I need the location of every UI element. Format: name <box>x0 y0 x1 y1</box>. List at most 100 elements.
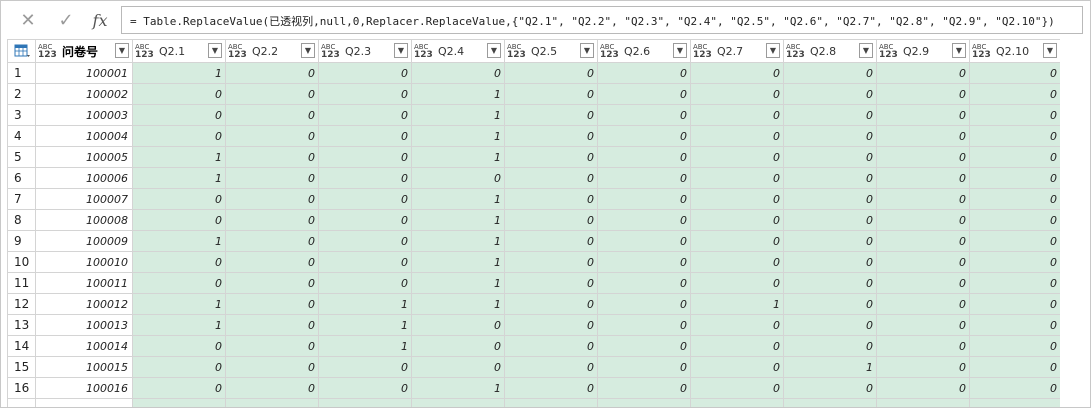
cell-value[interactable]: 0 <box>132 209 226 231</box>
cell-value[interactable]: 0 <box>876 167 970 189</box>
cell-value[interactable]: 1 <box>783 356 877 378</box>
cell-value[interactable]: 0 <box>504 188 598 210</box>
cell-value[interactable]: 0 <box>132 335 226 357</box>
table-icon[interactable] <box>14 44 30 58</box>
cell-value[interactable]: 0 <box>783 125 877 147</box>
cell-value[interactable]: 0 <box>783 272 877 294</box>
cell-value[interactable]: 0 <box>597 209 691 231</box>
row-number[interactable]: 5 <box>7 146 36 168</box>
table-corner[interactable] <box>7 39 36 63</box>
filter-dropdown-icon[interactable]: ▼ <box>766 43 780 58</box>
row-number[interactable]: 11 <box>7 272 36 294</box>
cell-value[interactable]: 0 <box>225 272 319 294</box>
cell-value[interactable]: 1 <box>132 146 226 168</box>
cell-empty[interactable] <box>597 398 691 407</box>
cell-value[interactable]: 0 <box>876 104 970 126</box>
cell-empty[interactable] <box>225 398 319 407</box>
cell-empty[interactable] <box>7 398 36 407</box>
cell-value[interactable]: 0 <box>225 62 319 84</box>
cell-value[interactable]: 0 <box>876 293 970 315</box>
filter-dropdown-icon[interactable]: ▼ <box>952 43 966 58</box>
cell-value[interactable]: 0 <box>225 293 319 315</box>
cell-value[interactable]: 0 <box>783 167 877 189</box>
cell-value[interactable]: 0 <box>969 230 1060 252</box>
type-any-icon[interactable]: ABC 123 <box>228 43 250 60</box>
cell-questionnaire-id[interactable]: 100013 <box>35 314 133 336</box>
column-header[interactable]: ABC 123 Q2.10 ▼ <box>969 39 1060 63</box>
cell-empty[interactable] <box>783 398 877 407</box>
cell-questionnaire-id[interactable]: 100015 <box>35 356 133 378</box>
cell-value[interactable]: 1 <box>411 83 505 105</box>
cell-value[interactable]: 0 <box>690 230 784 252</box>
type-any-icon[interactable]: ABC 123 <box>786 43 808 60</box>
cell-value[interactable]: 0 <box>876 356 970 378</box>
cell-value[interactable]: 0 <box>969 314 1060 336</box>
cell-value[interactable]: 0 <box>318 125 412 147</box>
cell-value[interactable]: 0 <box>225 314 319 336</box>
cell-value[interactable]: 0 <box>783 251 877 273</box>
cell-value[interactable]: 1 <box>132 293 226 315</box>
cell-value[interactable]: 0 <box>504 230 598 252</box>
column-header[interactable]: ABC 123 Q2.8 ▼ <box>783 39 877 63</box>
cell-value[interactable]: 0 <box>597 377 691 399</box>
column-header[interactable]: ABC 123 Q2.9 ▼ <box>876 39 970 63</box>
table-row[interactable]: 8 100008 0 0 0 1 0 0 0 0 0 0 <box>7 209 1060 231</box>
table-row[interactable]: 15 100015 0 0 0 0 0 0 0 1 0 0 <box>7 356 1060 378</box>
formula-text[interactable]: = Table.ReplaceValue(已透视列,null,0,Replace… <box>130 13 1055 29</box>
row-number[interactable]: 3 <box>7 104 36 126</box>
row-number[interactable]: 2 <box>7 83 36 105</box>
cell-value[interactable]: 0 <box>411 356 505 378</box>
cell-value[interactable]: 1 <box>411 188 505 210</box>
cell-value[interactable]: 0 <box>318 146 412 168</box>
table-row[interactable]: 5 100005 1 0 0 1 0 0 0 0 0 0 <box>7 146 1060 168</box>
cell-value[interactable]: 0 <box>597 272 691 294</box>
column-header[interactable]: ABC 123 Q2.1 ▼ <box>132 39 226 63</box>
table-row[interactable]: 14 100014 0 0 1 0 0 0 0 0 0 0 <box>7 335 1060 357</box>
table-row[interactable]: 3 100003 0 0 0 1 0 0 0 0 0 0 <box>7 104 1060 126</box>
column-header[interactable]: ABC 123 Q2.7 ▼ <box>690 39 784 63</box>
cell-value[interactable]: 0 <box>969 209 1060 231</box>
cell-empty[interactable] <box>132 398 226 407</box>
cell-value[interactable]: 0 <box>597 188 691 210</box>
row-number[interactable]: 12 <box>7 293 36 315</box>
cell-value[interactable]: 0 <box>969 62 1060 84</box>
cell-value[interactable]: 1 <box>411 230 505 252</box>
table-row[interactable]: 7 100007 0 0 0 1 0 0 0 0 0 0 <box>7 188 1060 210</box>
type-any-icon[interactable]: ABC 123 <box>135 43 157 60</box>
cell-value[interactable]: 0 <box>132 125 226 147</box>
cell-value[interactable]: 0 <box>504 314 598 336</box>
cell-value[interactable]: 0 <box>504 83 598 105</box>
cell-value[interactable]: 0 <box>876 272 970 294</box>
cell-questionnaire-id[interactable]: 100002 <box>35 83 133 105</box>
row-number[interactable]: 8 <box>7 209 36 231</box>
table-row[interactable]: 9 100009 1 0 0 1 0 0 0 0 0 0 <box>7 230 1060 252</box>
cell-value[interactable]: 0 <box>969 146 1060 168</box>
cell-value[interactable]: 1 <box>132 230 226 252</box>
cell-value[interactable]: 0 <box>597 167 691 189</box>
cell-value[interactable]: 0 <box>783 62 877 84</box>
cell-value[interactable]: 0 <box>783 293 877 315</box>
cell-value[interactable]: 0 <box>876 188 970 210</box>
cell-value[interactable]: 0 <box>225 188 319 210</box>
cell-value[interactable]: 1 <box>132 62 226 84</box>
cell-value[interactable]: 0 <box>597 83 691 105</box>
cell-value[interactable]: 0 <box>876 125 970 147</box>
formula-input[interactable]: = Table.ReplaceValue(已透视列,null,0,Replace… <box>121 6 1083 34</box>
cell-value[interactable]: 0 <box>504 251 598 273</box>
filter-dropdown-icon[interactable]: ▼ <box>301 43 315 58</box>
row-number[interactable]: 7 <box>7 188 36 210</box>
type-any-icon[interactable]: ABC 123 <box>507 43 529 60</box>
cell-value[interactable]: 0 <box>969 188 1060 210</box>
cell-value[interactable]: 0 <box>318 62 412 84</box>
row-number[interactable]: 14 <box>7 335 36 357</box>
cell-value[interactable]: 1 <box>318 293 412 315</box>
cell-value[interactable]: 0 <box>597 104 691 126</box>
cell-value[interactable]: 0 <box>783 335 877 357</box>
cell-value[interactable]: 0 <box>597 251 691 273</box>
cell-value[interactable]: 0 <box>783 209 877 231</box>
type-any-icon[interactable]: ABC 123 <box>600 43 622 60</box>
cell-value[interactable]: 0 <box>969 167 1060 189</box>
cell-questionnaire-id[interactable]: 100010 <box>35 251 133 273</box>
column-header[interactable]: ABC 123 Q2.6 ▼ <box>597 39 691 63</box>
cell-value[interactable]: 0 <box>597 356 691 378</box>
